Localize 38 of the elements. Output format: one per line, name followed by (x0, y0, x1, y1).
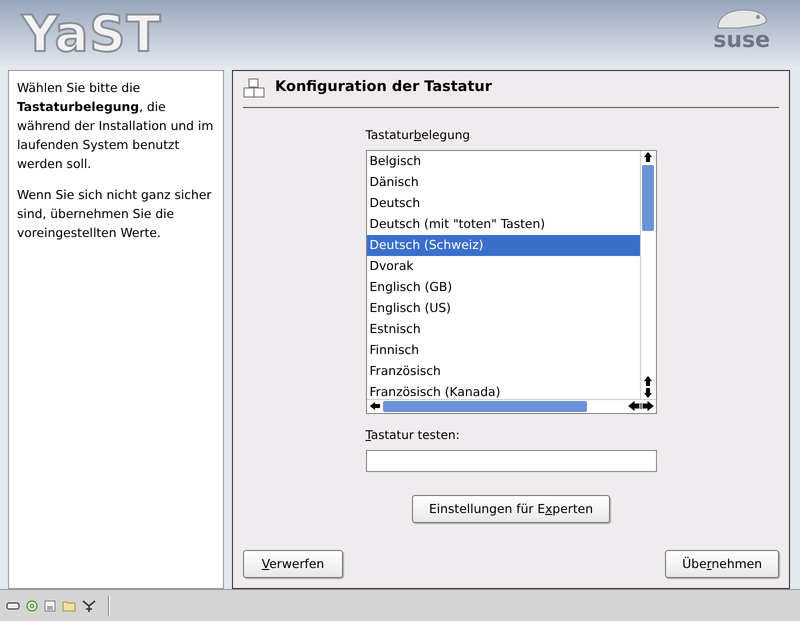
list-item[interactable]: Englisch (GB) (366, 276, 640, 298)
list-item[interactable]: Estnisch (366, 318, 640, 340)
folder-icon (62, 600, 76, 612)
yast-logo: YaST (22, 9, 162, 59)
field-label: Tastatur testen: (366, 426, 460, 444)
horizontal-scrollbar[interactable] (366, 398, 656, 413)
list-item[interactable]: Dvorak (366, 256, 640, 277)
list-item[interactable]: Deutsch (mit "toten" Tasten) (366, 214, 640, 235)
expert-settings-button[interactable]: Einstellungen für Experten (412, 494, 610, 524)
scroll-thumb[interactable] (382, 400, 586, 412)
dialog-title: Konfiguration der Tastatur (275, 78, 492, 97)
network-icon (82, 598, 96, 612)
scroll-left-right-icon[interactable] (628, 401, 654, 412)
brand-logo: suse (713, 30, 770, 52)
cd-icon (26, 600, 38, 612)
list-item[interactable]: Englisch (US) (366, 298, 640, 319)
list-item[interactable]: Französisch (366, 360, 640, 382)
list-item[interactable]: Französisch (Kanada) (366, 382, 640, 399)
floppy-icon (44, 600, 56, 612)
list-label: Tastaturbelegung (366, 126, 470, 144)
keyboard-layout-list[interactable]: Belgisch Dänisch Deutsch Deutsch (mit "toten" Tasten) Deutsch (Schweiz) Dvorak Englisch (GB) Englisch (US) Estnisch Finnisch Französisch Französisch (Kanada) (366, 150, 656, 414)
accept-button[interactable]: Übernehmen (665, 550, 779, 578)
list-item[interactable]: Deutsch (366, 192, 640, 214)
discard-button[interactable]: Verwerfen (243, 550, 343, 578)
scroll-up-down-icon[interactable] (643, 374, 653, 399)
keyboard-test-field[interactable] (366, 450, 656, 472)
help-text: Wählen Sie bitte die Tastaturbelegung, die während der Installation und im laufenden System benutzt werden soll. (17, 80, 214, 173)
keyboard-icon (243, 78, 265, 98)
list-item[interactable]: Belgisch (366, 150, 640, 172)
help-text: Wenn Sie sich nicht ganz sicher sind, übernehmen Sie die voreingestellten Werte. (17, 187, 212, 242)
scroll-up-icon[interactable] (643, 150, 653, 163)
list-item[interactable]: Deutsch (Schweiz) (366, 234, 640, 256)
vertical-scrollbar[interactable] (640, 150, 656, 399)
scroll-thumb[interactable] (642, 164, 654, 231)
list-item[interactable]: Finnisch (366, 340, 640, 361)
scroll-left-icon[interactable] (368, 401, 380, 412)
drive-icon (6, 600, 20, 610)
list-item[interactable]: Dänisch (366, 172, 640, 193)
